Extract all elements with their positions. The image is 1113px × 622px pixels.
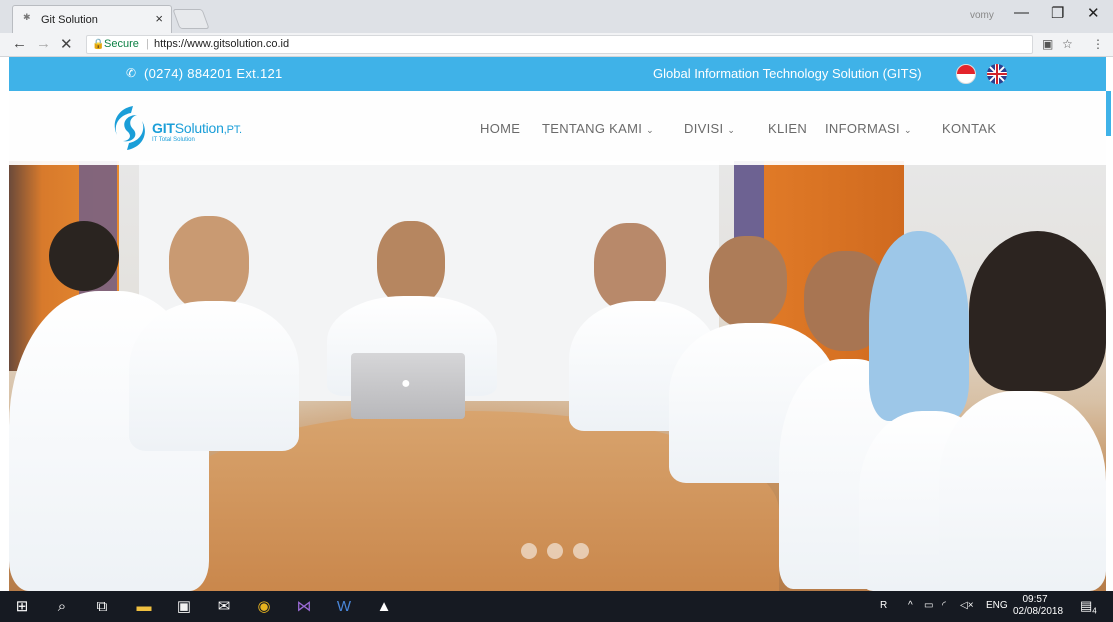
indonesia-flag-icon[interactable] <box>956 64 976 84</box>
store-icon[interactable]: ▣ <box>174 597 194 617</box>
secure-label: Secure <box>104 38 139 50</box>
page-scrollbar[interactable] <box>1106 91 1111 136</box>
nav-tentang-kami[interactable]: TENTANG KAMI ⌄ <box>542 121 654 136</box>
nav-division-label: DIVISI <box>684 121 724 136</box>
chevron-down-icon: ⌄ <box>727 125 736 135</box>
hero-photo-person <box>594 223 666 311</box>
task-view-icon[interactable]: ⧉ <box>92 597 112 617</box>
phone-number[interactable]: (0274) 884201 Ext.121 <box>144 66 283 81</box>
apple-logo-icon: ● <box>401 375 411 392</box>
hero-photo-laptop: ● <box>351 353 465 419</box>
uk-flag-icon[interactable] <box>987 64 1007 84</box>
nav-about-label: TENTANG KAMI <box>542 121 643 136</box>
new-tab-button[interactable] <box>172 9 210 29</box>
restore-button[interactable]: ❐ <box>1051 4 1064 22</box>
favicon-icon: ✱ <box>23 12 31 22</box>
clock-date: 02/08/2018 <box>1013 606 1064 617</box>
hero-photo-person <box>969 231 1106 391</box>
profile-name[interactable]: vomy <box>970 10 994 21</box>
logo-brand-bold: GIT <box>152 120 175 136</box>
phone-icon: ✆ <box>126 66 137 80</box>
system-clock[interactable]: 09:57 02/08/2018 <box>1013 594 1064 618</box>
volume-muted-icon[interactable]: ◁× <box>960 600 974 611</box>
logo-brand[interactable]: GITSolution,PT. <box>152 120 242 136</box>
chevron-down-icon: ⌄ <box>903 125 912 135</box>
hero-photo-person <box>377 221 445 306</box>
windows-start-icon[interactable]: ⊞ <box>12 597 32 617</box>
word-icon[interactable]: W <box>334 597 354 617</box>
photos-icon[interactable]: ▲ <box>374 597 394 617</box>
nav-klien[interactable]: KLIEN <box>768 121 807 136</box>
tab-title: Git Solution <box>41 14 98 26</box>
slider-dot[interactable] <box>547 543 563 559</box>
nav-home-label: HOME <box>480 121 521 136</box>
lock-icon: 🔒 <box>92 39 105 50</box>
nav-info-label: INFORMASI <box>825 121 900 136</box>
bookmark-star-icon[interactable]: ☆ <box>1062 37 1073 51</box>
forward-arrow-icon[interactable]: → <box>36 35 51 52</box>
minimize-button[interactable]: — <box>1014 4 1029 21</box>
mail-icon[interactable]: ✉ <box>214 597 234 617</box>
nav-home[interactable]: HOME <box>480 121 520 136</box>
search-icon[interactable]: ⌕ <box>52 597 72 617</box>
nav-contact-label: KONTAK <box>942 121 997 136</box>
back-arrow-icon[interactable]: ← <box>12 35 27 52</box>
url-text[interactable]: https://www.gitsolution.co.id <box>154 36 289 53</box>
show-hidden-icons-icon[interactable]: ^ <box>908 600 913 611</box>
nav-divisi[interactable]: DIVISI ⌄ <box>684 121 735 136</box>
browser-tab[interactable]: ✱ Git Solution × <box>12 5 172 33</box>
stop-loading-icon[interactable]: ✕ <box>60 35 73 53</box>
hero-slider: ● GITSolution,PT. IT Total Solution HOME… <box>9 91 1106 591</box>
browser-titlebar: ✱ Git Solution × vomy — ❐ ✕ <box>0 0 1113 33</box>
contact-topbar: ✆ (0274) 884201 Ext.121 Global Informati… <box>9 57 1106 91</box>
chrome-icon[interactable]: ◉ <box>254 597 274 617</box>
visual-studio-icon[interactable]: ⋈ <box>294 597 314 617</box>
hero-photo-person <box>129 301 299 451</box>
logo-brand-suffix: ,PT. <box>223 124 242 136</box>
clock-time: 09:57 <box>1022 594 1048 605</box>
people-icon[interactable]: R <box>880 600 887 611</box>
nav-kontak[interactable]: KONTAK <box>942 121 996 136</box>
notification-center-icon[interactable]: ▤4 <box>1080 598 1097 616</box>
nav-clients-label: KLIEN <box>768 121 808 136</box>
wifi-icon[interactable]: ◜ <box>942 600 946 611</box>
company-tagline: Global Information Technology Solution (… <box>653 66 922 81</box>
slider-dot[interactable] <box>521 543 537 559</box>
file-explorer-icon[interactable]: ▬ <box>134 597 154 617</box>
close-window-button[interactable]: ✕ <box>1087 4 1100 22</box>
translate-icon[interactable]: ▣ <box>1042 37 1053 51</box>
slider-dot[interactable] <box>573 543 589 559</box>
notification-count: 4 <box>1092 606 1097 616</box>
browser-toolbar: ← → ✕ 🔒 Secure | https://www.gitsolution… <box>0 33 1113 57</box>
tab-close-button[interactable]: × <box>155 11 163 26</box>
battery-icon[interactable]: ▭ <box>924 600 933 611</box>
address-separator: | <box>146 38 149 50</box>
hero-photo-person <box>169 216 249 311</box>
chevron-down-icon: ⌄ <box>646 125 654 135</box>
hero-photo-person <box>869 231 969 421</box>
logo-subtitle: IT Total Solution <box>152 137 195 143</box>
language-indicator[interactable]: ENG <box>986 600 1008 611</box>
nav-informasi[interactable]: INFORMASI ⌄ <box>825 121 912 136</box>
hero-photo-person <box>939 391 1106 591</box>
windows-taskbar: ⊞ ⌕ ⧉ ▬ ▣ ✉ ◉ ⋈ W ▲ R ^ ▭ ◜ ◁× ENG 09:57… <box>0 591 1113 622</box>
logo-brand-rest: Solution <box>174 120 224 136</box>
site-header: GITSolution,PT. IT Total Solution HOME T… <box>9 91 1106 165</box>
menu-kebab-icon[interactable]: ⋮ <box>1092 37 1104 51</box>
gitsolution-logo-icon[interactable] <box>109 103 149 153</box>
address-bar[interactable]: 🔒 Secure | https://www.gitsolution.co.id <box>86 35 1033 54</box>
hero-photo-person <box>49 221 119 291</box>
hero-photo-person <box>709 236 787 328</box>
